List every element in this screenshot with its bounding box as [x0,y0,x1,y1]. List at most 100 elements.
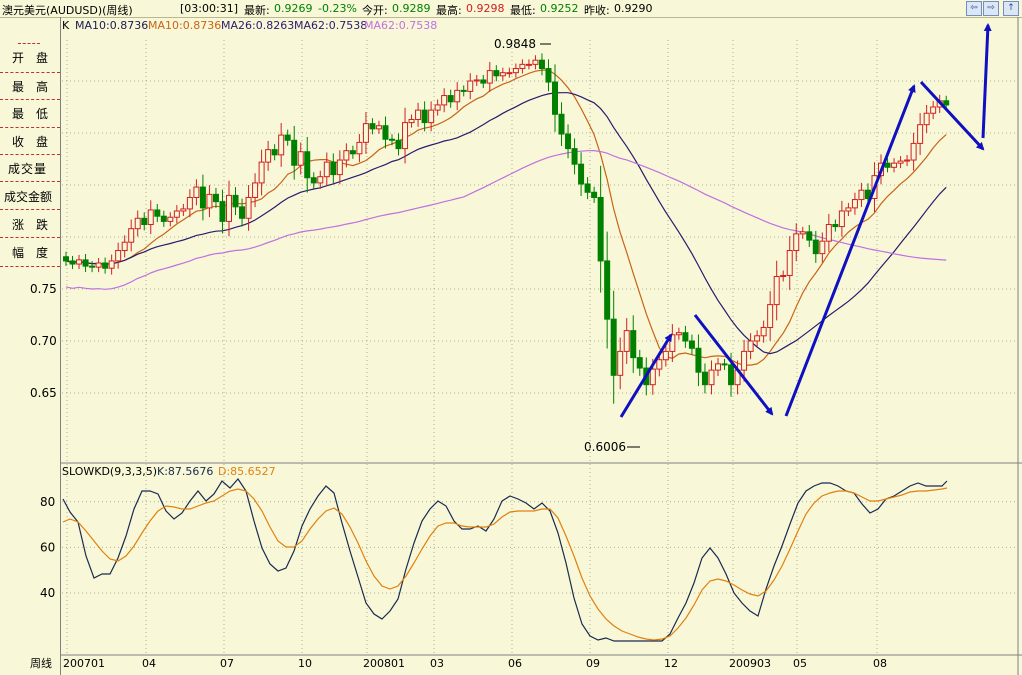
candle-down [219,201,226,222]
x-tick-label: 07 [220,657,234,670]
trend-arrow-down-2 [919,80,985,151]
trend-arrow-up-3 [981,23,992,139]
candle-down [636,357,643,369]
candle-up [760,326,767,337]
candle-up [838,210,845,228]
candle-up [851,199,858,209]
candle-down [682,332,689,342]
candle-down [597,196,604,262]
candle-down [349,150,356,155]
candle-down [284,134,291,141]
candle-down [604,260,611,320]
candle-down [82,259,89,267]
x-tick-label: 09 [586,657,600,670]
candle-up [891,162,898,168]
candle-up [317,176,324,184]
candle-up [323,161,330,178]
price-tick-label: 0.65 [30,386,57,400]
candle-up [167,216,174,222]
candle-up [173,210,180,218]
candle-down [382,125,389,140]
candle-down [695,347,702,373]
candle-up [245,196,252,219]
candle-down [160,215,167,222]
candle-up [675,332,682,336]
trend-arrow-down-1 [693,314,774,416]
candle-up [623,330,630,352]
candle-down [493,70,500,77]
candle-down [310,177,317,184]
candle-down [688,340,695,349]
candle-down [199,186,206,209]
candle-up [858,189,865,201]
candle-up [656,359,663,370]
candle-down [69,260,76,265]
kd-tick-label: 80 [40,495,55,509]
x-tick-label: 12 [664,657,678,670]
price-tick-label: 0.70 [30,334,57,348]
x-tick-label: 06 [508,657,522,670]
candle-up [336,159,343,176]
candle-up [226,194,232,222]
candle-up [206,193,213,209]
weekly-chart-canvas[interactable]: K MA10:0.8736 MA10:0.8736 MA26:0.8263 MA… [0,0,1022,675]
x-tick-label: 05 [793,657,807,670]
candle-down [239,206,246,219]
candle-down [728,364,735,386]
candle-down [578,163,585,185]
candle-down [330,161,337,176]
candle-down [63,256,69,262]
peak-annotation: 0.9848 [494,37,536,51]
candle-down [154,209,161,217]
candle-up [441,95,448,106]
x-tick-label: 04 [142,657,156,670]
legend-ma10-a: MA10:0.8736 [75,19,148,32]
candle-up [930,106,937,114]
candle-up [708,369,715,386]
candle-down [141,217,148,226]
x-tick-label: 08 [873,657,887,670]
candle-up [923,112,930,126]
candle-up [780,274,787,278]
candle-up [408,118,415,124]
ma26-line [65,92,947,355]
candle-up [532,59,539,65]
candle-down [630,330,637,359]
x-tick-label: 200701 [63,657,105,670]
ma62-line [65,149,947,290]
kd-tick-label: 40 [40,586,55,600]
candle-down [421,109,428,124]
candle-up [617,350,624,376]
price-tick-label: 0.75 [30,282,57,296]
candle-down [943,100,950,106]
candle-down [304,151,311,179]
legend-ma10-b: MA10:0.8736 [148,19,221,32]
candle-up [754,335,761,342]
candle-up [793,233,800,252]
candle-up [897,160,904,164]
candle-up [343,150,350,161]
candle-down [558,113,565,135]
candle-up [147,209,154,226]
candle-up [786,250,793,276]
candle-up [121,241,128,252]
candle-up [910,142,917,161]
candle-up [454,89,461,103]
candle-down [291,139,298,166]
candle-up [265,149,272,163]
candle-down [610,318,617,376]
candle-up [434,104,441,111]
candle-up [193,186,200,198]
candle-up [825,224,832,242]
x-tick-label: 10 [298,657,312,670]
candle-up [715,363,721,371]
ma10-line [65,69,947,366]
trend-arrows [619,23,992,418]
candle-down [565,133,572,150]
legend-ma26: MA26:0.8263 [221,19,294,32]
candle-down [584,183,591,193]
candle-up [278,134,285,156]
candle-up [904,159,911,162]
candle-down [369,123,376,130]
legend-ma62-b: MA62:0.7538 [364,19,437,32]
